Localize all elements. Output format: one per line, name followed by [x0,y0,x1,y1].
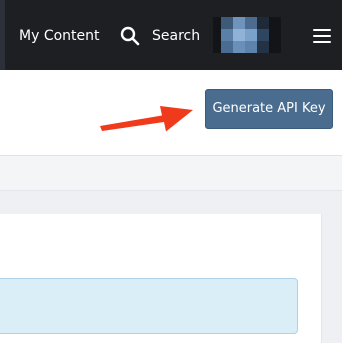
search-icon[interactable] [120,26,140,46]
hamburger-menu-icon[interactable] [313,29,331,43]
top-navigation-bar: My Content Search [0,0,342,70]
red-arrow-annotation-icon [100,106,193,132]
nav-left-edge [0,0,5,70]
search-link[interactable]: Search [152,27,200,45]
avatar[interactable] [213,17,281,53]
info-alert-box [0,278,298,334]
generate-api-key-button[interactable]: Generate API Key [205,89,333,129]
toolbar-strip [0,156,342,191]
my-content-link[interactable]: My Content [19,27,100,45]
